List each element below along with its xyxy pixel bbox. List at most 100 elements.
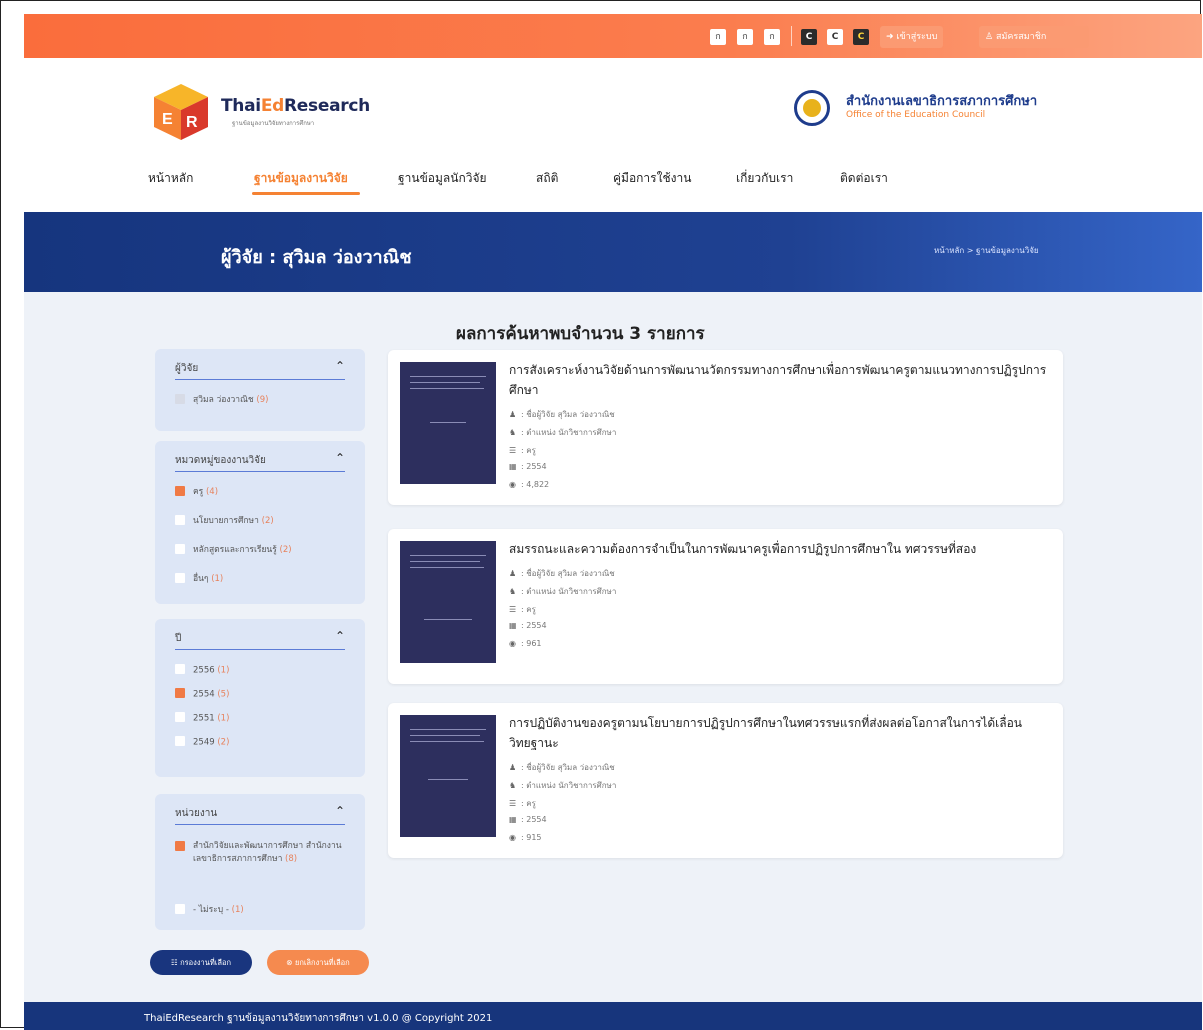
- user-icon: ♙: [985, 32, 994, 42]
- result-title[interactable]: สมรรถนะและความต้องการจำเป็นในการพัฒนาครู…: [509, 539, 1049, 559]
- filter-heading: หน่วยงาน: [175, 808, 218, 819]
- checkbox[interactable]: [175, 736, 185, 746]
- font-size-small-button[interactable]: ก: [710, 29, 726, 45]
- contrast-yellow-button[interactable]: C: [853, 29, 869, 45]
- filter-heading: หมวดหมู่ของงานวิจัย: [175, 455, 266, 466]
- filter-option[interactable]: สำนักวิจัยและพัฒนาการศึกษา สำนักงานเลขาธ…: [175, 840, 355, 866]
- eye-icon: ◉: [509, 480, 516, 489]
- chevron-up-icon[interactable]: ⌃: [335, 451, 345, 465]
- users-icon: ♞: [509, 587, 517, 596]
- checkbox[interactable]: [175, 841, 185, 851]
- checkbox[interactable]: [175, 485, 185, 496]
- option-label: อื่นๆ: [193, 574, 209, 584]
- result-card[interactable]: การปฏิบัติงานของครูตามนโยบายการปฏิรูปการ…: [388, 703, 1063, 858]
- filter-option[interactable]: อื่นๆ (1): [175, 571, 223, 585]
- nav-researcher-database[interactable]: ฐานข้อมูลนักวิจัย: [398, 169, 487, 188]
- meta-text: : ชื่อผู้วิจัย สุวิมล ว่องวาณิช: [521, 763, 615, 772]
- close-circle-icon: ⊗: [286, 958, 293, 967]
- meta-text: : ตำแหน่ง นักวิชาการศึกษา: [521, 587, 617, 596]
- option-count: (8): [285, 854, 298, 864]
- filter-option[interactable]: หลักสูตรและการเรียนรู้ (2): [175, 542, 292, 556]
- filter-heading: ปี: [175, 633, 182, 644]
- font-size-medium-button[interactable]: ก: [737, 29, 753, 45]
- user-icon: ♟: [509, 763, 517, 772]
- filter-panel-agency: หน่วยงาน ⌃ สำนักวิจัยและพัฒนาการศึกษา สำ…: [155, 794, 365, 930]
- checkbox[interactable]: [175, 712, 185, 722]
- meta-text: : ชื่อผู้วิจัย สุวิมล ว่องวาณิช: [521, 569, 615, 578]
- nav-manual[interactable]: คู่มือการใช้งาน: [613, 169, 691, 188]
- nav-contact[interactable]: ติดต่อเรา: [840, 169, 888, 188]
- checkbox[interactable]: [175, 543, 185, 554]
- checkbox[interactable]: [175, 688, 185, 698]
- filter-option[interactable]: 2551 (1): [175, 712, 230, 724]
- users-icon: ♞: [509, 428, 517, 437]
- nav-home[interactable]: หน้าหลัก: [148, 169, 193, 188]
- svg-text:E: E: [162, 111, 173, 128]
- book-cover-image[interactable]: [400, 541, 496, 663]
- logo-title-thai: Thai: [221, 96, 261, 116]
- clear-filter-button[interactable]: ⊗ ยกเลิกงานที่เลือก: [267, 950, 369, 975]
- filter-option[interactable]: 2554 (5): [175, 688, 229, 700]
- login-button[interactable]: ➜ เข้าสู่ระบบ: [880, 26, 944, 48]
- checkbox[interactable]: [175, 903, 185, 914]
- nav-active-underline: [252, 192, 360, 195]
- option-count: (4): [205, 487, 219, 497]
- chevron-up-icon[interactable]: ⌃: [335, 629, 345, 643]
- checkbox[interactable]: [175, 393, 185, 404]
- checkbox[interactable]: [175, 514, 185, 525]
- chevron-up-icon[interactable]: ⌃: [335, 359, 345, 373]
- result-category: ☰: ครู: [509, 603, 536, 616]
- result-card[interactable]: สมรรถนะและความต้องการจำเป็นในการพัฒนาครู…: [388, 529, 1063, 684]
- option-count: (2): [261, 516, 274, 526]
- nav-about[interactable]: เกี่ยวกับเรา: [736, 169, 793, 188]
- page: ก ก ก C C C ➜ เข้าสู่ระบบ ♙ สมัครสมาชิก …: [24, 14, 1202, 1030]
- contrast-dark-button[interactable]: C: [801, 29, 817, 45]
- filter-option[interactable]: นโยบายการศึกษา (2): [175, 513, 274, 527]
- option-label: สุวิมล ว่องวาณิช: [193, 395, 254, 405]
- thaiedresearch-logo-icon[interactable]: E R: [150, 82, 212, 142]
- result-year: ▦: 2554: [509, 462, 547, 471]
- divider: [175, 379, 345, 380]
- meta-text: : ตำแหน่ง นักวิชาการศึกษา: [521, 781, 617, 790]
- option-label: ครู: [193, 487, 204, 497]
- org-name-en: Office of the Education Council: [846, 110, 986, 120]
- filter-option[interactable]: - ไม่ระบุ - (1): [175, 902, 244, 916]
- checkbox[interactable]: [175, 664, 185, 674]
- meta-text: : 915: [521, 833, 542, 842]
- option-count: (1): [217, 713, 230, 724]
- filter-option[interactable]: 2549 (2): [175, 736, 229, 748]
- apply-filter-button[interactable]: ☷ กรองงานที่เลือก: [150, 950, 252, 975]
- filter-option[interactable]: สุวิมล ว่องวาณิช (9): [175, 392, 268, 406]
- result-card[interactable]: การสังเคราะห์งานวิจัยด้านการพัฒนานวัตกรร…: [388, 350, 1063, 505]
- option-label: นโยบายการศึกษา: [193, 516, 259, 526]
- option-count: (9): [256, 395, 269, 405]
- register-button[interactable]: ♙ สมัครสมาชิก: [979, 26, 1089, 48]
- divider: [175, 471, 345, 472]
- nav-research-database[interactable]: ฐานข้อมูลงานวิจัย: [254, 169, 348, 188]
- book-cover-image[interactable]: [400, 362, 496, 484]
- checkbox[interactable]: [175, 572, 185, 583]
- result-year: ▦ : 2554: [509, 815, 547, 824]
- breadcrumb[interactable]: หน้าหลัก > ฐานข้อมูลงานวิจัย: [934, 244, 1039, 257]
- logo-title-ed: Ed: [260, 96, 284, 116]
- meta-text: : 961: [521, 639, 542, 648]
- font-size-large-button[interactable]: ก: [764, 29, 780, 45]
- chevron-up-icon[interactable]: ⌃: [335, 804, 345, 818]
- divider: [175, 649, 345, 650]
- footer-copyright: ThaiEdResearch ฐานข้อมูลงานวิจัยทางการศึ…: [144, 1013, 493, 1024]
- calendar-icon: ▦: [509, 815, 517, 824]
- nav-statistics[interactable]: สถิติ: [536, 169, 558, 188]
- book-cover-image[interactable]: [400, 715, 496, 837]
- contrast-light-button[interactable]: C: [827, 29, 843, 45]
- logo-title[interactable]: ThaiEdResearch: [221, 96, 370, 116]
- meta-text: : ตำแหน่ง นักวิชาการศึกษา: [521, 428, 617, 437]
- meta-text: : 2554: [521, 815, 547, 824]
- option-label: สำนักวิจัยและพัฒนาการศึกษา สำนักงานเลขาธ…: [193, 841, 342, 864]
- filter-heading: ผู้วิจัย: [175, 363, 199, 374]
- result-title[interactable]: การสังเคราะห์งานวิจัยด้านการพัฒนานวัตกรร…: [509, 360, 1049, 400]
- filter-option[interactable]: 2556 (1): [175, 664, 229, 676]
- list-icon: ☰: [509, 605, 517, 614]
- result-title[interactable]: การปฏิบัติงานของครูตามนโยบายการปฏิรูปการ…: [509, 713, 1049, 753]
- result-position: ♞ : ตำแหน่ง นักวิชาการศึกษา: [509, 426, 616, 439]
- filter-option[interactable]: ครู (4): [175, 484, 218, 498]
